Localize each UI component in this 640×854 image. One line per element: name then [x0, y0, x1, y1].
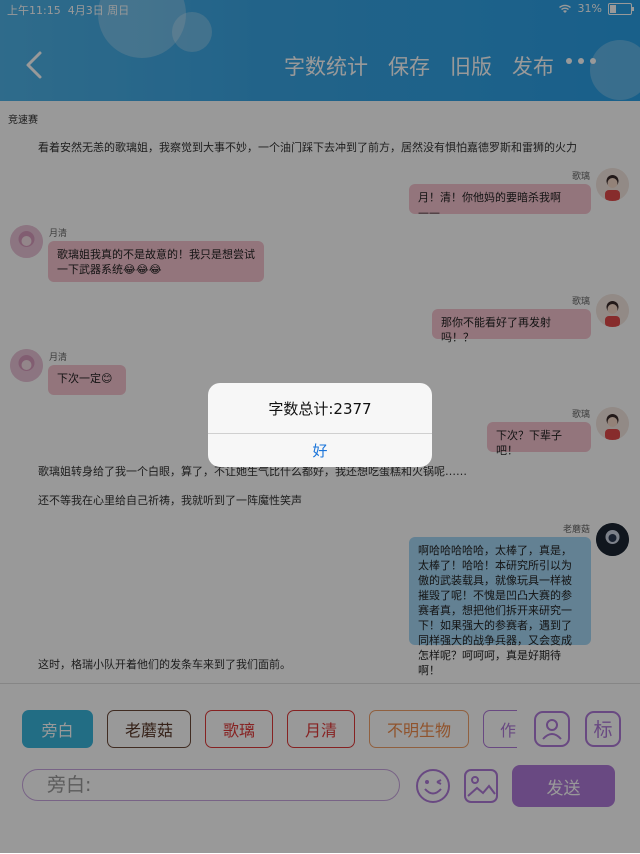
ok-button[interactable]: 好	[208, 434, 432, 467]
word-count-dialog: 字数总计:2377 好	[208, 383, 432, 467]
dialog-message: 字数总计:2377	[268, 399, 372, 418]
